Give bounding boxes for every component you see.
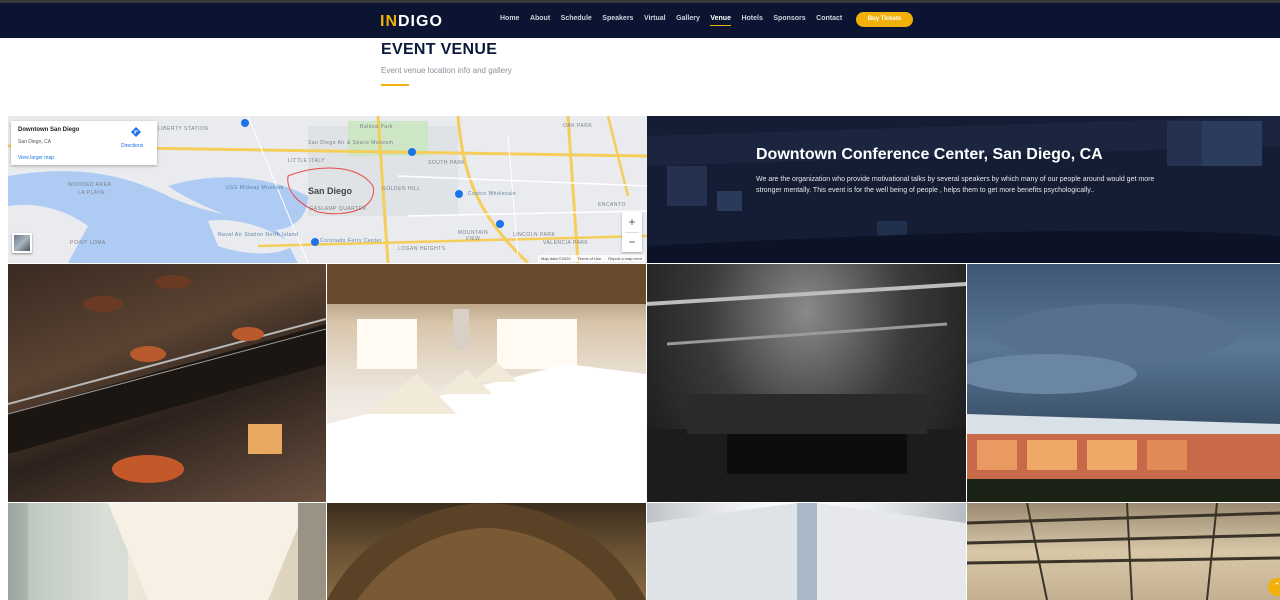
map-label-naval: Naval Air Station North Island <box>218 232 299 238</box>
map-label-valencia: VALENCIA PARK <box>543 240 589 246</box>
map-label-lincoln-park: LINCOLN PARK <box>513 232 556 238</box>
navbar: INDIGO Home About Schedule Speakers Virt… <box>0 3 1280 38</box>
concert-hall-graphic <box>647 282 966 502</box>
tent-event-graphic <box>967 304 1280 502</box>
map-label-logan: LOGAN HEIGHTS <box>398 246 446 252</box>
nav-schedule[interactable]: Schedule <box>561 15 592 25</box>
banquet-table-graphic <box>327 264 646 502</box>
gallery-image-tent-event[interactable] <box>967 264 1280 502</box>
arched-hall-graphic <box>327 503 646 600</box>
map-label-midway: USS Midway Museum <box>226 185 284 191</box>
view-larger-map-link[interactable]: View larger map <box>18 155 54 161</box>
gallery-image-white-ribs[interactable] <box>647 503 966 600</box>
nav-gallery[interactable]: Gallery <box>676 15 700 25</box>
gallery-image-cafe-balcony[interactable] <box>8 264 326 502</box>
nav-home[interactable]: Home <box>500 15 519 25</box>
map-label-balboa: Balboa Park <box>360 124 393 130</box>
map-label-gaslamp: GASLAMP QUARTER <box>309 206 367 212</box>
map-satellite-toggle[interactable] <box>12 233 32 253</box>
map-label-golden-hill: GOLDEN HILL <box>382 186 421 192</box>
nav-venue[interactable]: Venue <box>710 15 731 26</box>
cafe-balcony-graphic <box>8 275 326 483</box>
zoom-out-button[interactable]: − <box>622 232 642 252</box>
map-label-coronado: Coronado Ferry Center <box>320 238 382 244</box>
gallery-image-arched-hall[interactable] <box>327 503 646 600</box>
map-label-liberty: LIBERTY STATION <box>158 126 209 132</box>
gallery-image-atrium-hall[interactable] <box>8 503 326 600</box>
section-title: EVENT VENUE <box>381 41 498 58</box>
directions-link[interactable]: Directions <box>121 143 143 149</box>
nav-speakers[interactable]: Speakers <box>602 15 633 25</box>
map-place-card: Downtown San Diego San Diego, CA View la… <box>11 121 157 165</box>
nav-virtual[interactable]: Virtual <box>644 15 666 25</box>
map-label-la-playa: LA PLAYA <box>78 190 105 196</box>
map-label-encanto: ENCANTO <box>598 202 626 208</box>
conference-description: We are the organization who provide moti… <box>756 176 1155 194</box>
conference-info-panel: Downtown Conference Center, San Diego, C… <box>647 116 1280 263</box>
scroll-to-top-button[interactable]: ⌃ <box>1268 578 1280 596</box>
venue-map[interactable]: LIBERTY STATION WOODED AREA LA PLAYA POI… <box>8 116 647 263</box>
map-place-subtitle: San Diego, CA <box>18 139 52 145</box>
zoom-in-button[interactable]: + <box>622 212 642 232</box>
nav-contact[interactable]: Contact <box>816 15 842 25</box>
chevron-up-icon: ⌃ <box>1273 581 1280 591</box>
main-nav: Home About Schedule Speakers Virtual Gal… <box>500 11 853 29</box>
gallery-image-truss-lights[interactable] <box>967 503 1280 600</box>
section-underline <box>381 84 409 86</box>
map-terms-link[interactable]: Terms of Use <box>578 255 602 262</box>
map-place-title: Downtown San Diego <box>18 127 80 133</box>
gallery-image-banquet-table[interactable] <box>327 264 646 502</box>
directions-icon[interactable] <box>131 127 141 139</box>
map-label-wooded: WOODED AREA <box>68 182 112 188</box>
conference-title: Downtown Conference Center, San Diego, C… <box>756 146 1103 163</box>
white-ribs-graphic <box>647 503 966 600</box>
map-report-link[interactable]: Report a map error <box>608 255 642 262</box>
map-label-costco: Costco Wholesale <box>468 191 517 197</box>
map-label-mountain-view: MOUNTAIN VIEW <box>457 230 489 242</box>
buy-tickets-button[interactable]: Buy Tickets <box>856 12 913 27</box>
map-label-point-loma: POINT LOMA <box>70 240 106 246</box>
section-subtitle: Event venue location info and gallery <box>381 66 512 75</box>
map-zoom-control: + − <box>622 212 642 252</box>
truss-lights-graphic <box>967 503 1280 600</box>
map-label-museum: San Diego Air & Space Museum <box>308 140 394 146</box>
map-label-oak-park: OAK PARK <box>563 123 593 129</box>
map-label-south-park: SOUTH PARK <box>428 160 466 166</box>
nav-hotels[interactable]: Hotels <box>741 15 762 25</box>
map-city-label: San Diego <box>308 186 353 196</box>
gallery-image-concert-hall[interactable] <box>647 264 966 502</box>
map-footer: Map data ©2020 Terms of Use Report a map… <box>538 255 645 262</box>
nav-sponsors[interactable]: Sponsors <box>773 15 805 25</box>
map-data-credit: Map data ©2020 <box>541 256 571 261</box>
logo-accent: IN <box>380 13 398 30</box>
atrium-hall-graphic <box>28 503 326 600</box>
logo[interactable]: INDIGO <box>380 13 443 31</box>
nav-about[interactable]: About <box>530 15 550 25</box>
map-label-little-italy: LITTLE ITALY <box>288 158 325 164</box>
zoom-divider <box>625 232 639 233</box>
logo-rest: DIGO <box>398 13 443 30</box>
